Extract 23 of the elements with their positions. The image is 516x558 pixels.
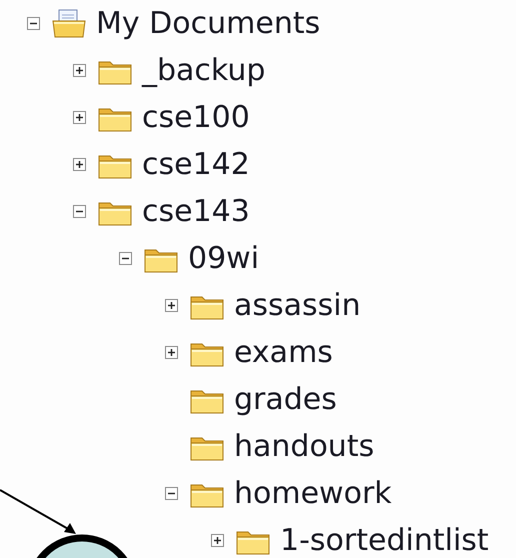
collapse-toggle[interactable]	[27, 17, 40, 30]
tree-item-label[interactable]: exams	[234, 338, 333, 368]
tree-item-label[interactable]: _backup	[142, 56, 266, 86]
tree-item-label[interactable]: cse100	[142, 102, 250, 132]
tree-item-label[interactable]: handouts	[234, 432, 374, 462]
documents-folder-icon	[51, 8, 87, 38]
tree-item-label[interactable]: 1-sortedintlist	[280, 526, 489, 556]
tree-item-label[interactable]: cse142	[142, 150, 250, 180]
expand-toggle[interactable]	[165, 299, 178, 312]
tree-item-label[interactable]: 09wi	[188, 244, 260, 274]
expand-toggle[interactable]	[73, 158, 86, 171]
tree-item-label[interactable]: My Documents	[96, 8, 320, 38]
tree-item-label[interactable]: grades	[234, 384, 337, 414]
collapse-toggle[interactable]	[119, 252, 132, 265]
tree-item-label[interactable]: homework	[234, 478, 392, 508]
tree-item-label[interactable]: assassin	[234, 290, 361, 320]
tree-item-label[interactable]: cse143	[142, 196, 250, 226]
expand-toggle[interactable]	[73, 64, 86, 77]
collapse-toggle[interactable]	[165, 487, 178, 500]
expand-toggle[interactable]	[73, 111, 86, 124]
expand-toggle[interactable]	[165, 346, 178, 359]
expand-toggle[interactable]	[211, 534, 224, 547]
collapse-toggle[interactable]	[73, 205, 86, 218]
